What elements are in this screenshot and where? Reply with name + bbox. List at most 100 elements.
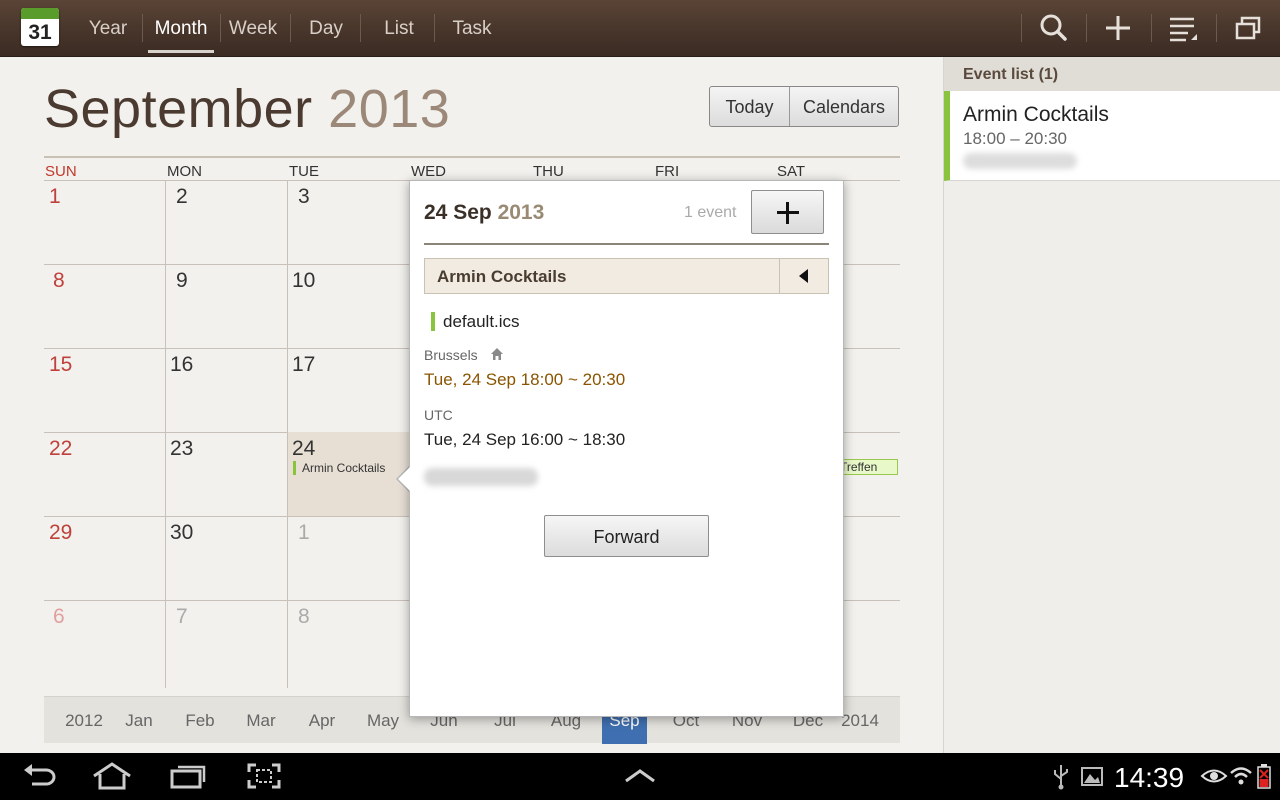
list-item-time: 18:00 – 20:30 <box>963 129 1067 148</box>
calendar-app-icon[interactable]: 31 <box>21 8 59 46</box>
event-time-local: Tue, 24 Sep 18:00 ~ 20:30 <box>424 370 626 389</box>
add-icon <box>786 202 789 224</box>
eye-icon <box>1200 769 1228 783</box>
day-cell[interactable]: 9 <box>176 269 188 293</box>
event-header[interactable]: Armin Cocktails <box>424 258 829 294</box>
forward-button[interactable]: Forward <box>544 515 709 557</box>
day-cell[interactable]: 17 <box>292 353 315 377</box>
popup-date-year: 2013 <box>497 201 545 224</box>
tab-divider <box>434 14 435 42</box>
header-button-group: Today Calendars <box>709 86 899 127</box>
add-event-button[interactable] <box>751 190 824 234</box>
toolbar-divider <box>1086 14 1087 42</box>
month-mar[interactable]: Mar <box>236 697 286 744</box>
day-header-sun: SUN <box>45 163 77 180</box>
day-cell[interactable]: 29 <box>49 521 72 545</box>
day-cell[interactable]: 8 <box>298 605 310 629</box>
home-icon[interactable] <box>90 761 134 791</box>
day-cell-selected[interactable]: 24 <box>292 437 315 461</box>
battery-icon <box>1257 764 1271 789</box>
app-icon-day: 31 <box>28 21 52 44</box>
clock: 14:39 <box>1114 762 1185 793</box>
tab-month[interactable]: Month <box>146 0 216 57</box>
day-cell[interactable]: 3 <box>298 185 310 209</box>
event-chip-sat[interactable]: Treffen <box>836 459 898 475</box>
month-jan[interactable]: Jan <box>114 697 164 744</box>
day-header-fri: FRI <box>655 163 680 180</box>
timezone-label-local: Brussels <box>424 347 478 363</box>
collapse-button[interactable] <box>779 259 828 293</box>
back-icon[interactable] <box>20 761 60 791</box>
day-cell[interactable]: 6 <box>53 605 65 629</box>
event-chip[interactable]: Armin Cocktails <box>293 461 385 475</box>
month-apr[interactable]: Apr <box>297 697 347 744</box>
search-icon[interactable] <box>1034 10 1074 46</box>
blurred-location <box>424 468 538 486</box>
year-label: 2013 <box>328 79 451 139</box>
calendars-button[interactable]: Calendars <box>790 87 898 126</box>
tab-task[interactable]: Task <box>442 0 502 57</box>
day-header-sat: SAT <box>777 163 806 180</box>
popup-pointer-fill <box>398 466 411 492</box>
tab-divider <box>360 14 361 42</box>
list-item[interactable]: Armin Cocktails 18:00 – 20:30 <box>944 91 1280 181</box>
calendar-rings <box>25 8 55 12</box>
month-name: September <box>44 79 313 139</box>
tab-day[interactable]: Day <box>300 0 352 57</box>
gallery-icon <box>1081 767 1103 786</box>
tab-year[interactable]: Year <box>82 0 134 57</box>
menu-icon[interactable] <box>1164 10 1204 46</box>
toolbar-divider <box>1021 14 1022 42</box>
day-cell[interactable]: 2 <box>176 185 188 209</box>
event-list-header: Event list (1) <box>944 57 1280 91</box>
event-time-utc: Tue, 24 Sep 16:00 ~ 18:30 <box>424 430 626 449</box>
day-cell[interactable]: 16 <box>170 353 193 377</box>
day-cell[interactable]: 8 <box>53 269 65 293</box>
day-detail-popup: 24 Sep 2013 1 event Armin Cocktails defa… <box>409 180 844 717</box>
tab-divider <box>290 14 291 42</box>
tab-divider <box>220 14 221 42</box>
day-header-wed: WED <box>411 163 446 180</box>
day-cell[interactable]: 1 <box>49 185 61 209</box>
window-icon[interactable] <box>1228 10 1268 46</box>
day-cell[interactable]: 15 <box>49 353 72 377</box>
screenshot-icon[interactable] <box>244 761 284 791</box>
day-cell[interactable]: 7 <box>176 605 188 629</box>
toolbar-divider <box>1216 14 1217 42</box>
month-feb[interactable]: Feb <box>175 697 225 744</box>
timezone-label-utc: UTC <box>424 407 453 423</box>
toolbar-divider <box>1151 14 1152 42</box>
day-cell[interactable]: 22 <box>49 437 72 461</box>
day-cell[interactable]: 30 <box>170 521 193 545</box>
popup-date: 24 Sep 2013 <box>424 201 544 225</box>
today-button[interactable]: Today <box>710 87 790 126</box>
day-cell[interactable]: 1 <box>298 521 310 545</box>
day-cell[interactable]: 10 <box>292 269 315 293</box>
day-cell[interactable]: 23 <box>170 437 193 461</box>
tab-week[interactable]: Week <box>224 0 282 57</box>
add-icon[interactable] <box>1098 10 1138 46</box>
list-item-title: Armin Cocktails <box>963 103 1109 126</box>
triangle-left-icon <box>799 269 808 283</box>
tab-list[interactable]: List <box>372 0 426 57</box>
wifi-icon <box>1230 767 1252 785</box>
usb-icon <box>1054 765 1068 790</box>
event-title: Armin Cocktails <box>437 267 567 286</box>
popup-divider <box>424 243 829 245</box>
blurred-location <box>963 153 1077 169</box>
grid-top-line <box>44 156 900 158</box>
top-action-bar: 31 Year Month Week Day List Task <box>0 0 1280 57</box>
popup-event-count: 1 event <box>684 204 737 221</box>
home-icon <box>491 348 503 360</box>
prev-year[interactable]: 2012 <box>56 697 112 744</box>
day-header-thu: THU <box>533 163 564 180</box>
page-title: September 2013 <box>44 78 450 140</box>
tab-divider <box>142 14 143 42</box>
month-may[interactable]: May <box>358 697 408 744</box>
up-arrow-icon[interactable] <box>620 761 660 791</box>
recent-apps-icon[interactable] <box>168 761 208 791</box>
day-header-mon: MON <box>167 163 202 180</box>
event-list-panel: Event list (1) Armin Cocktails 18:00 – 2… <box>943 57 1280 753</box>
day-header-tue: TUE <box>289 163 319 180</box>
event-list-title: Event list (1) <box>963 66 1059 83</box>
